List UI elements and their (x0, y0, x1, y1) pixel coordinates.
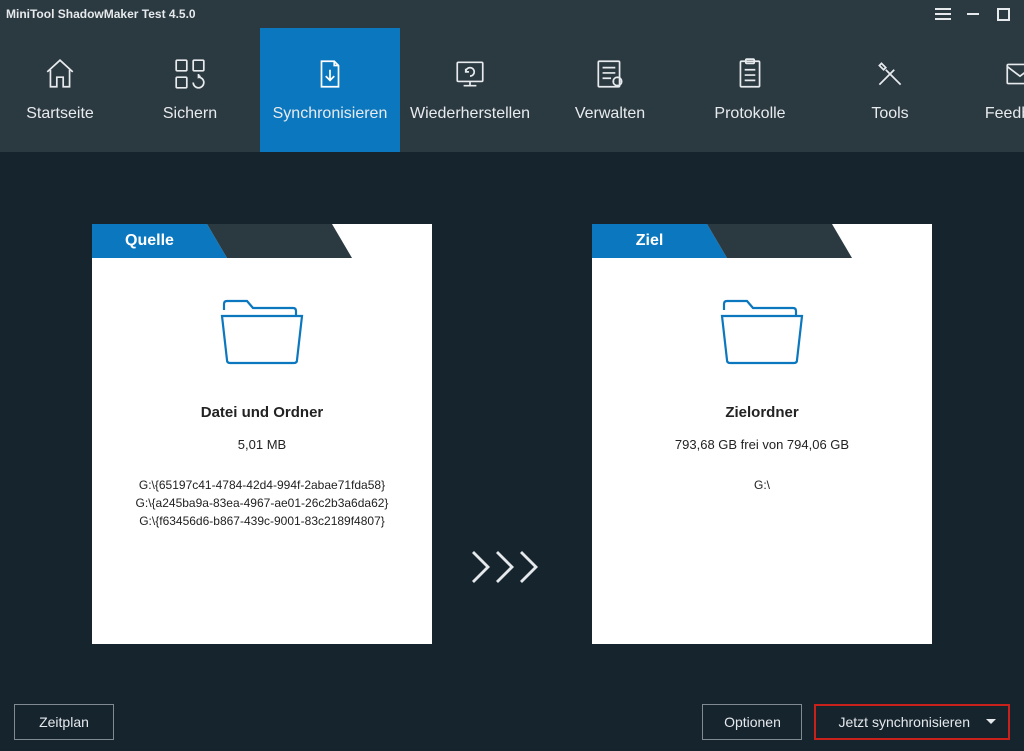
source-path: G:\{f63456d6-b867-439c-9001-83c2189f4807… (136, 512, 389, 530)
nav-sichern[interactable]: Sichern (120, 28, 260, 152)
source-tab-label: Quelle (92, 224, 207, 258)
source-paths: G:\{65197c41-4784-42d4-994f-2abae71fda58… (136, 476, 389, 530)
nav-tools[interactable]: Tools (820, 28, 960, 152)
feedback-icon (1003, 57, 1024, 91)
destination-free-space: 793,68 GB frei von 794,06 GB (675, 437, 849, 452)
destination-title: Zielordner (725, 404, 798, 421)
nav-synchronisieren[interactable]: Synchronisieren (260, 28, 400, 152)
source-tab: Quelle (92, 224, 432, 258)
restore-icon (453, 57, 487, 91)
chevron-down-icon (986, 717, 996, 727)
main-nav: Startseite Sichern Synchronisieren Wiede… (0, 28, 1024, 152)
footer: Zeitplan Optionen Jetzt synchronisieren (0, 693, 1024, 751)
destination-tab: Ziel (592, 224, 932, 258)
source-size: 5,01 MB (238, 437, 286, 452)
destination-panel[interactable]: Ziel Zielordner 793,68 GB frei von 794,0… (592, 224, 932, 644)
minimize-button[interactable] (958, 0, 988, 28)
maximize-button[interactable] (988, 0, 1018, 28)
nav-label: Protokolle (714, 105, 785, 123)
titlebar: MiniTool ShadowMaker Test 4.5.0 (0, 0, 1024, 28)
nav-label: Tools (871, 105, 908, 123)
nav-label: Feedback (985, 105, 1024, 123)
sync-now-label: Jetzt synchronisieren (838, 714, 970, 730)
nav-label: Verwalten (575, 105, 645, 123)
manage-icon (593, 57, 627, 91)
logs-icon (733, 57, 767, 91)
nav-verwalten[interactable]: Verwalten (540, 28, 680, 152)
folder-icon (218, 296, 306, 368)
destination-path: G:\ (754, 476, 770, 494)
nav-protokolle[interactable]: Protokolle (680, 28, 820, 152)
source-path: G:\{65197c41-4784-42d4-994f-2abae71fda58… (136, 476, 389, 494)
schedule-label: Zeitplan (39, 714, 89, 730)
folder-icon (718, 296, 806, 368)
chevrons-right-icon (472, 549, 552, 585)
sync-icon (313, 57, 347, 91)
backup-icon (173, 57, 207, 91)
nav-feedback[interactable]: Feedback (960, 28, 1024, 152)
destination-paths: G:\ (754, 476, 770, 494)
schedule-button[interactable]: Zeitplan (14, 704, 114, 740)
menu-icon[interactable] (928, 0, 958, 28)
nav-startseite[interactable]: Startseite (0, 28, 120, 152)
destination-tab-label: Ziel (592, 224, 707, 258)
app-title: MiniTool ShadowMaker Test 4.5.0 (6, 7, 196, 21)
options-button[interactable]: Optionen (702, 704, 802, 740)
nav-label: Startseite (26, 105, 94, 123)
home-icon (43, 57, 77, 91)
nav-label: Synchronisieren (273, 105, 388, 123)
tools-icon (873, 57, 907, 91)
main-content: Quelle Datei und Ordner 5,01 MB G:\{6519… (0, 152, 1024, 751)
nav-label: Sichern (163, 105, 217, 123)
options-label: Optionen (724, 714, 781, 730)
source-path: G:\{a245ba9a-83ea-4967-ae01-26c2b3a6da62… (136, 494, 389, 512)
nav-label: Wiederherstellen (410, 105, 530, 123)
sync-now-button[interactable]: Jetzt synchronisieren (814, 704, 1010, 740)
source-panel[interactable]: Quelle Datei und Ordner 5,01 MB G:\{6519… (92, 224, 432, 644)
source-title: Datei und Ordner (201, 404, 324, 421)
sync-direction-arrows (472, 549, 552, 585)
nav-wiederherstellen[interactable]: Wiederherstellen (400, 28, 540, 152)
